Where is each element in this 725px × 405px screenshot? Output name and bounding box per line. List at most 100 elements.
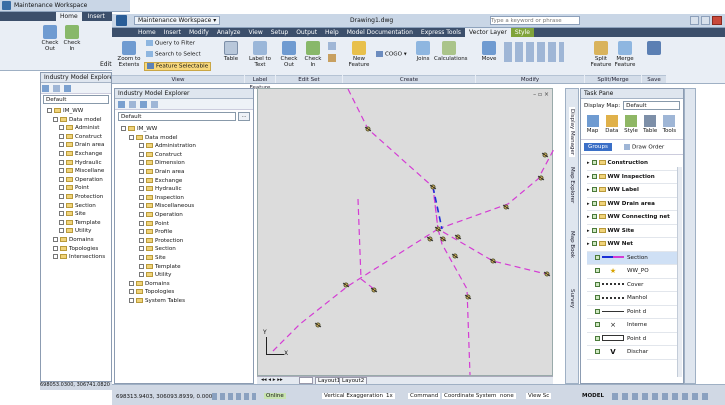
tab-survey[interactable]: Survey [569,289,575,308]
map-canvas[interactable]: – ▫ × Y X [257,88,554,376]
back-tree-item[interactable]: IM_WW [47,107,109,116]
tree-item-hydraulic[interactable]: Hydraulic [121,185,251,194]
expand-arrow-icon[interactable]: ▸ [587,160,590,166]
check-out-button[interactable]: Check Out [278,41,300,68]
tree-item-domains[interactable]: Domains [121,280,251,289]
sublayer-checkbox[interactable] [595,322,600,327]
filter-icon[interactable] [128,101,136,108]
tree-item-drain area[interactable]: Drain area [121,168,251,177]
manhole-symbol[interactable] [342,282,350,288]
close-icon[interactable] [712,16,722,25]
pipe-section[interactable] [357,198,375,290]
tab-display-manager[interactable]: Display Manager [569,107,575,158]
expand-box-icon[interactable] [59,125,64,131]
sublayer-row[interactable]: × Interne [587,319,680,333]
tree-item-template[interactable]: Template [121,263,251,272]
tree-item-administration[interactable]: Administration [121,142,251,151]
draw-order-button[interactable]: Draw Order [620,143,668,151]
expand-box-icon[interactable] [53,245,58,251]
taskpane-tool-style[interactable]: Style [622,114,639,137]
sublayer-checkbox[interactable] [595,254,600,260]
ribbon-tab-model-documentation[interactable]: Model Documentation [343,28,417,37]
tree-item-inspection[interactable]: Inspection [121,194,251,203]
new-feature-button[interactable]: New Feature [346,41,372,68]
back-tree-item[interactable]: Intersections [47,253,109,262]
expand-arrow-icon[interactable]: ▸ [587,214,590,220]
expand-box-icon[interactable] [139,220,144,226]
pipe-section[interactable] [269,228,439,355]
tree-item-miscellaneous[interactable]: Miscellaneous [121,202,251,211]
status-coord-none[interactable]: none [498,393,516,399]
sublayer-row[interactable]: Section [587,251,680,265]
ribbon-tab-view[interactable]: View [244,28,266,37]
expand-box-icon[interactable] [139,254,144,260]
expand-box-icon[interactable] [139,143,144,149]
manhole-symbol[interactable] [543,271,551,277]
expand-box-icon[interactable] [139,194,144,200]
tab-map-book[interactable]: Map Book [569,231,575,258]
calculations-button[interactable]: Calculations [434,41,468,62]
layer-visibility-checkbox[interactable] [591,160,597,165]
expand-box-icon[interactable] [59,159,64,165]
save-button[interactable] [646,41,662,56]
expand-box-icon[interactable] [59,133,64,139]
label-to-text-button[interactable]: Label to Text [248,41,272,68]
layer-scrollbar[interactable] [677,167,682,377]
layer-visibility-checkbox[interactable] [591,214,597,219]
expand-box-icon[interactable] [59,193,64,199]
back-checkin-button[interactable]: Check In [62,25,82,52]
layer-group-row[interactable]: ▸ WW Site [587,225,680,238]
manhole-symbol[interactable] [426,236,434,242]
explorer-dropdown[interactable]: Default [118,112,236,121]
expand-icon[interactable] [63,85,71,92]
tree-item-system-tables[interactable]: System Tables [121,297,251,306]
ribbon-tab-output[interactable]: Output [292,28,321,37]
back-tree-item[interactable]: Administ [47,124,109,133]
expand-box-icon[interactable] [139,229,144,235]
manhole-symbol[interactable] [451,253,459,259]
tree-item-profile[interactable]: Profile [121,228,251,237]
taskpane-tool-data[interactable]: Data [603,114,620,137]
tree-item-site[interactable]: Site [121,254,251,263]
minimize-icon[interactable] [690,16,699,25]
layer-group-row[interactable]: ▸ WW Net [587,238,680,252]
taskpane-tool-map[interactable]: Map [584,114,601,137]
back-tree-item[interactable]: Data model [47,116,109,125]
expand-box-icon[interactable] [139,263,144,269]
expand-box-icon[interactable] [139,160,144,166]
search-select-button[interactable]: Search to Select [146,51,201,58]
options-icon[interactable] [139,101,147,108]
edit-set-tools2-icon[interactable] [328,54,336,62]
back-tree-item[interactable]: Miscellane [47,167,109,176]
expand-box-icon[interactable] [121,126,126,131]
manhole-symbol[interactable] [502,204,510,210]
back-tree-item[interactable]: Operation [47,176,109,185]
explorer-dropdown-button[interactable]: ... [238,112,250,121]
sublayer-checkbox[interactable] [595,268,600,273]
layer-group-row[interactable]: ▸ Construction [587,157,680,171]
move-button[interactable]: Move [480,41,498,62]
table-button[interactable]: Table [222,41,240,62]
expand-box-icon[interactable] [139,246,144,252]
sublayer-row[interactable]: ★ WW_PO [587,265,680,279]
sublayer-row[interactable]: V Dischar [587,346,680,360]
layer-visibility-checkbox[interactable] [591,200,597,206]
sublayer-checkbox[interactable] [595,349,600,354]
back-tree-item[interactable]: Drain area [47,141,109,150]
split-feature-button[interactable]: Split Feature [590,41,612,68]
back-tree-item[interactable]: Exchange [47,150,109,159]
tree-item-topologies[interactable]: Topologies [121,288,251,297]
check-in-button[interactable]: Check In [302,41,324,68]
expand-arrow-icon[interactable]: ▸ [587,228,590,234]
expand-box-icon[interactable] [59,219,64,225]
layer-group-row[interactable]: ▸ WW Connecting net [587,211,680,225]
modify-tools-icon[interactable] [504,42,564,62]
layer-visibility-checkbox[interactable] [591,227,597,233]
tree-item-operation[interactable]: Operation [121,211,251,220]
edit-set-tools-icon[interactable] [328,42,336,50]
expand-box-icon[interactable] [53,236,58,242]
ribbon-tab-setup[interactable]: Setup [267,28,292,37]
tree-data-model[interactable]: Data model [121,134,251,143]
expand-box-icon[interactable] [129,289,134,295]
expand-box-icon[interactable] [129,134,134,140]
